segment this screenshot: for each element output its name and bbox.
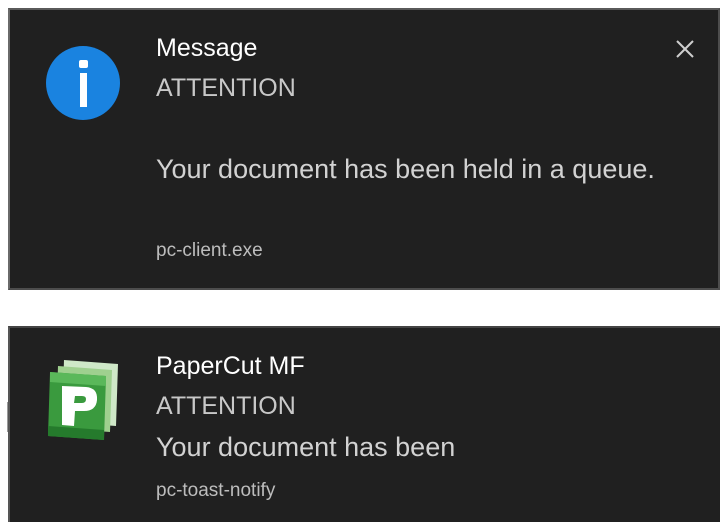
message-toast[interactable]: Message ATTENTION Your document has been…: [8, 8, 720, 290]
close-icon: [676, 40, 694, 58]
toast-subtitle: ATTENTION: [156, 74, 296, 102]
toast-title: Message: [156, 34, 258, 62]
toast-app-name: pc-client.exe: [156, 240, 263, 261]
toast-app-name: pc-toast-notify: [156, 480, 276, 501]
info-icon: [46, 46, 120, 120]
toast-subtitle: ATTENTION: [156, 392, 296, 420]
toast-title: PaperCut MF: [156, 352, 305, 380]
toast-body: Your document has been held in a queue.: [156, 154, 655, 184]
papercut-toast[interactable]: PaperCut MF ATTENTION Your document has …: [8, 326, 720, 522]
left-edge-mark: [0, 402, 8, 432]
toast-body: Your document has been: [156, 432, 456, 462]
close-button[interactable]: [672, 36, 698, 62]
papercut-logo-icon: [42, 356, 124, 442]
